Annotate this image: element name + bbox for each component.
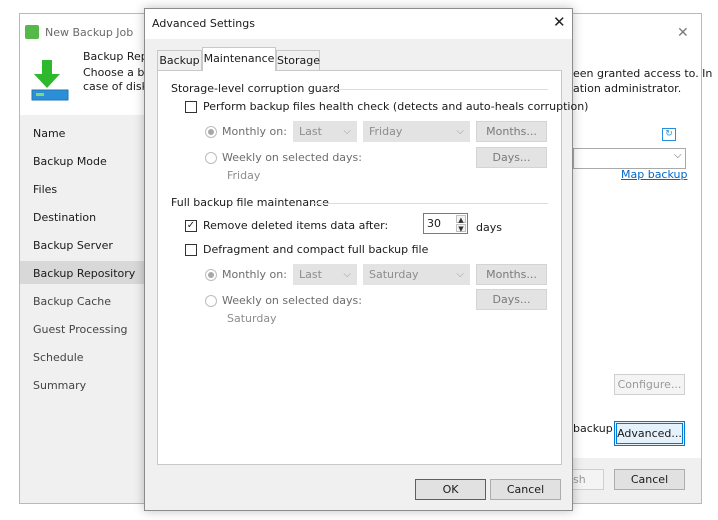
chevron-down-icon: ⌵ <box>456 126 464 137</box>
dialog-title: Advanced Settings <box>152 17 255 30</box>
defrag-weekly-days-value: Saturday <box>227 312 277 325</box>
defrag-months-button[interactable]: Months... <box>476 264 547 285</box>
sidebar-item-guest-processing[interactable]: Guest Processing <box>33 323 128 336</box>
full-maintenance-group-title: Full backup file maintenance <box>171 196 329 209</box>
cancel-button[interactable]: Cancel <box>490 479 561 500</box>
health-monthly-day-value: Friday <box>369 125 403 138</box>
sidebar-item-backup-mode[interactable]: Backup Mode <box>33 155 107 168</box>
sidebar-item-schedule[interactable]: Schedule <box>33 351 84 364</box>
remove-deleted-checkbox[interactable]: ✓ <box>185 220 197 232</box>
spin-up-icon[interactable]: ▲ <box>456 215 466 224</box>
defrag-monthly-radio[interactable] <box>205 269 217 281</box>
map-backup-link[interactable]: Map backup <box>621 168 687 181</box>
close-icon[interactable]: ✕ <box>553 13 566 31</box>
ok-button[interactable]: OK <box>415 479 486 500</box>
sidebar-item-name[interactable]: Name <box>33 127 65 140</box>
chevron-down-icon[interactable]: ⌵ <box>674 150 682 161</box>
health-months-button[interactable]: Months... <box>476 121 547 142</box>
defragment-checkbox[interactable] <box>185 244 197 256</box>
remove-days-unit: days <box>476 221 502 234</box>
defrag-monthly-week-select[interactable]: Last ⌵ <box>293 264 357 285</box>
remove-deleted-label: Remove deleted items data after: <box>203 219 389 232</box>
defragment-label: Defragment and compact full backup file <box>203 243 429 256</box>
header-description: Choose a ba <box>83 66 152 79</box>
defrag-monthly-week-value: Last <box>299 268 322 281</box>
chevron-down-icon: ⌵ <box>343 269 351 280</box>
tab-storage[interactable]: Storage <box>276 50 320 70</box>
tab-backup[interactable]: Backup <box>157 50 202 70</box>
health-monthly-radio[interactable] <box>205 126 217 138</box>
wizard-cancel-button[interactable]: Cancel <box>614 469 685 490</box>
health-check-checkbox[interactable] <box>185 101 197 113</box>
sidebar-item-backup-repository[interactable]: Backup Repository <box>33 267 135 280</box>
spin-down-icon[interactable]: ▼ <box>456 224 466 233</box>
sidebar-item-backup-server[interactable]: Backup Server <box>33 239 113 252</box>
defrag-monthly-day-value: Saturday <box>369 268 419 281</box>
health-monthly-week-value: Last <box>299 125 322 138</box>
health-days-button[interactable]: Days... <box>476 147 547 168</box>
health-check-label: Perform backup files health check (detec… <box>203 100 589 113</box>
refresh-icon[interactable]: ↻ <box>662 128 676 141</box>
tab-maintenance[interactable]: Maintenance <box>202 47 276 71</box>
header-description-right-2: ation administrator. <box>573 82 682 95</box>
chevron-down-icon: ⌵ <box>456 269 464 280</box>
defrag-monthly-day-select[interactable]: Saturday ⌵ <box>363 264 470 285</box>
health-monthly-day-select[interactable]: Friday ⌵ <box>363 121 470 142</box>
wizard-steps: Name Backup Mode Files Destination Backu… <box>20 115 150 458</box>
advanced-button[interactable]: Advanced... <box>614 421 685 446</box>
defrag-monthly-label: Monthly on: <box>222 268 287 281</box>
health-weekly-label: Weekly on selected days: <box>222 151 362 164</box>
defrag-weekly-label: Weekly on selected days: <box>222 294 362 307</box>
configure-button[interactable]: Configure... <box>614 374 685 395</box>
health-weekly-days-value: Friday <box>227 169 261 182</box>
close-icon[interactable]: ✕ <box>677 25 689 41</box>
app-icon <box>25 25 39 39</box>
header-description-right: een granted access to. In <box>573 67 713 80</box>
storage-guard-group-title: Storage-level corruption guard <box>171 82 340 95</box>
health-monthly-label: Monthly on: <box>222 125 287 138</box>
defrag-weekly-radio[interactable] <box>205 295 217 307</box>
window-title: New Backup Job <box>45 26 134 39</box>
sidebar-item-summary[interactable]: Summary <box>33 379 86 392</box>
sidebar-item-files[interactable]: Files <box>33 183 57 196</box>
backup-settings-text: backup <box>573 422 613 435</box>
sidebar-item-destination[interactable]: Destination <box>33 211 96 224</box>
chevron-down-icon: ⌵ <box>343 126 351 137</box>
group-divider <box>311 203 548 204</box>
repository-select[interactable] <box>573 148 686 169</box>
download-icon <box>31 60 69 101</box>
group-divider <box>323 89 548 90</box>
health-monthly-week-select[interactable]: Last ⌵ <box>293 121 357 142</box>
health-weekly-radio[interactable] <box>205 152 217 164</box>
defrag-days-button[interactable]: Days... <box>476 289 547 310</box>
sidebar-item-backup-cache[interactable]: Backup Cache <box>33 295 111 308</box>
